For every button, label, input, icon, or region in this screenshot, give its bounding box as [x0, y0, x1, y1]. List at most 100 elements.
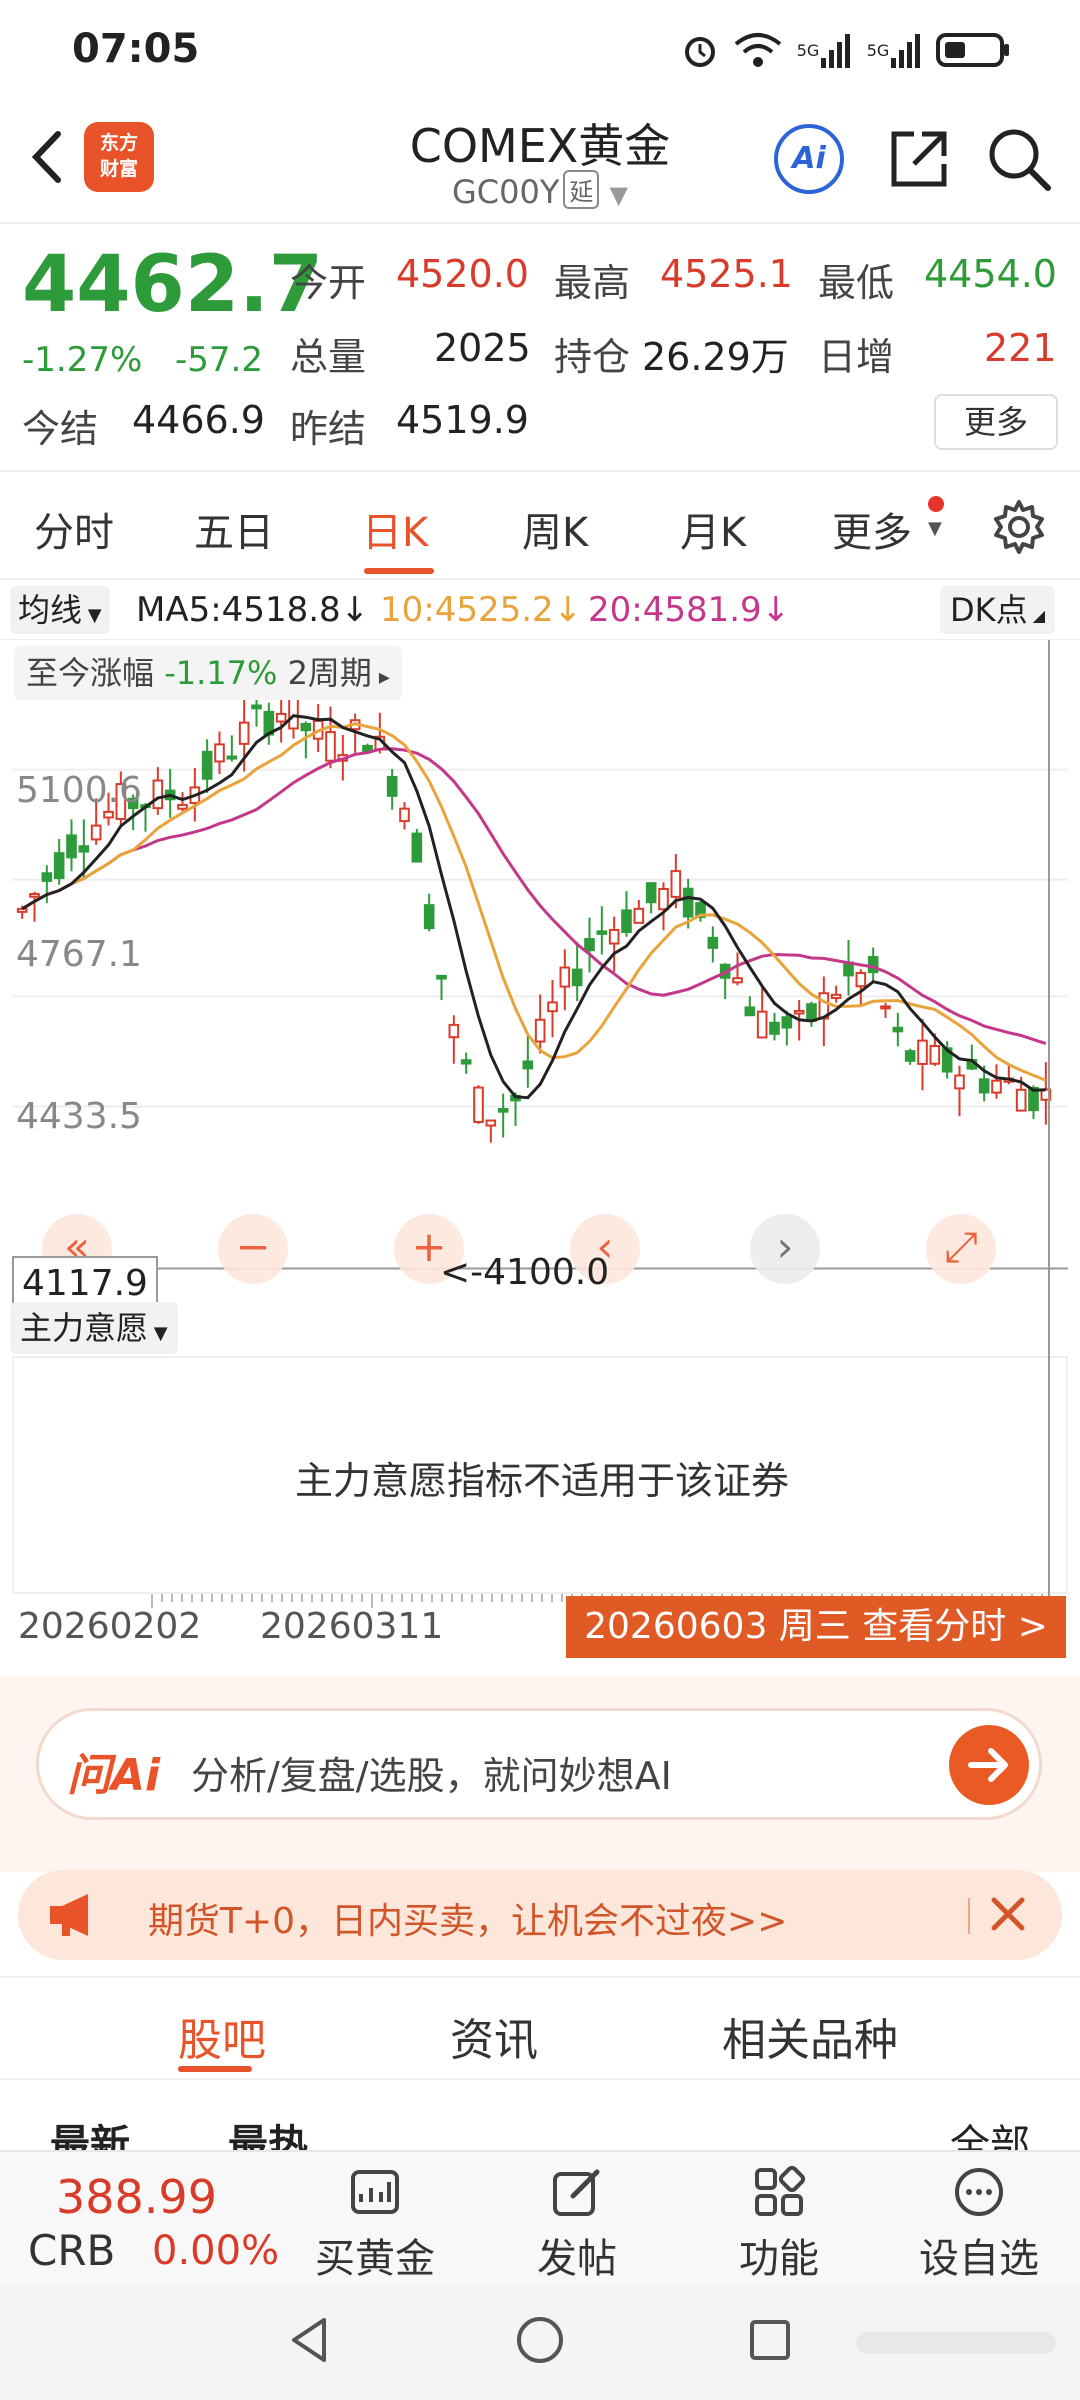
tab-intraday[interactable]: 分时: [34, 500, 114, 558]
tab-news[interactable]: 资讯: [450, 2004, 538, 2068]
candle-body: [1015, 1088, 1027, 1112]
prev-settle-label: 昨结: [290, 407, 367, 451]
app-header: 东方 财富 COMEX黄金 GC00Y 延 ▼ Ai: [0, 100, 1080, 224]
logo-line1: 东方: [99, 132, 138, 154]
low-value: 4454.0: [924, 252, 1057, 296]
status-bar: 07:05 5G 5G: [0, 0, 1080, 100]
more-quote-button[interactable]: 更多: [934, 394, 1058, 450]
chart-canvas: [12, 684, 1068, 1270]
ai-section: 问Ai 分析/复盘/选股，就问妙想AI: [0, 1676, 1080, 1872]
candle-body: [855, 972, 867, 988]
high-value: 4525.1: [660, 252, 793, 296]
content-tabs: 股吧 资讯 相关品种: [0, 1976, 1080, 2080]
caret-icon: ◢: [1027, 606, 1046, 625]
contract-selector[interactable]: GC00Y 延 ▼: [300, 170, 780, 211]
search-button[interactable]: [984, 124, 1054, 194]
share-button[interactable]: [884, 124, 954, 194]
tab-daily-k[interactable]: 日K: [362, 500, 428, 558]
candle-body: [275, 712, 287, 723]
dropdown-arrow-icon: ▼: [82, 605, 102, 626]
crb-index[interactable]: 388.99 CRB 0.00%: [0, 2152, 280, 2286]
view-intraday-button[interactable]: 20260603 周三 查看分时 >: [566, 1596, 1066, 1658]
more-caret-icon: ▼: [928, 518, 942, 539]
tab-five-day[interactable]: 五日: [194, 500, 274, 558]
signal-icon-1: 5G: [794, 30, 854, 70]
tab-related[interactable]: 相关品种: [722, 2004, 898, 2068]
open-label: 今开: [290, 261, 367, 305]
fullscreen-button[interactable]: ⤢: [926, 1214, 996, 1284]
system-navigation-bar: [0, 2284, 1080, 2400]
candle-body: [201, 750, 213, 780]
candle-body: [214, 743, 225, 763]
search-icon: [989, 129, 1051, 191]
candle-body: [473, 1086, 484, 1123]
signal-icon-2: 5G: [864, 30, 924, 70]
period-tabs: 分时 五日 日K 周K 月K 更多 ▼: [0, 470, 1080, 580]
candlestick-chart[interactable]: [12, 640, 1068, 1288]
chart-settings-button[interactable]: [990, 498, 1048, 556]
candle-body: [670, 870, 682, 898]
candle-body: [411, 832, 423, 863]
candle-body: [152, 779, 164, 810]
dk-point-button[interactable]: DK点 ◢: [940, 586, 1056, 634]
indicator-select[interactable]: 主力意愿 ▼: [10, 1302, 178, 1354]
crb-name: CRB: [28, 2226, 116, 2275]
app-logo: 东方 财富: [84, 122, 154, 192]
candle-body: [867, 956, 879, 974]
active-tab-indicator: [364, 568, 434, 574]
candle-body: [423, 904, 435, 930]
settle-label: 今结: [22, 407, 99, 451]
candle-body: [497, 1108, 509, 1113]
tab-more[interactable]: 更多: [832, 500, 912, 558]
functions-button[interactable]: 功能: [704, 2164, 854, 2284]
zoom-out-button[interactable]: −: [218, 1214, 288, 1284]
low-label: 最低: [818, 261, 895, 305]
nav-recents-button[interactable]: [740, 2310, 800, 2370]
tab-forum[interactable]: 股吧: [178, 2004, 266, 2068]
candle-body: [732, 977, 743, 984]
ai-search-bar[interactable]: 问Ai 分析/复盘/选股，就问妙想AI: [36, 1708, 1042, 1820]
promo-banner[interactable]: 期货T+0，日内买卖，让机会不过夜>>: [18, 1870, 1062, 1960]
tab-monthly-k[interactable]: 月K: [680, 500, 746, 558]
candle-body: [707, 936, 719, 949]
post-button[interactable]: 发帖: [502, 2164, 652, 2284]
crb-value: 388.99: [56, 2170, 217, 2224]
back-button[interactable]: [18, 122, 78, 192]
candle-body: [584, 938, 595, 952]
buy-gold-button[interactable]: 买黄金: [300, 2164, 450, 2284]
nav-back-button[interactable]: [280, 2310, 340, 2370]
battery-icon: [934, 30, 1014, 70]
high-label: 最高: [554, 261, 631, 305]
chevron-right-icon: ▸: [371, 665, 390, 690]
period-change-badge[interactable]: 至今涨幅 -1.17% 2周期 ▸: [14, 646, 402, 700]
y-axis-label-mid: 4767.1: [16, 934, 142, 975]
candle-body: [991, 1079, 1002, 1094]
tab-weekly-k[interactable]: 周K: [522, 500, 588, 558]
quote-panel: 4462.7 -1.27% -57.2 今开 4520.0 最高 4525.1 …: [0, 226, 1080, 462]
scroll-right-button[interactable]: ›: [750, 1214, 820, 1284]
ai-placeholder: 分析/复盘/选股，就问妙想AI: [191, 1754, 672, 1798]
ma-select-label: 均线: [18, 591, 83, 629]
square-recents-icon: [750, 2320, 790, 2360]
candle-body: [29, 893, 40, 898]
ma10-line: [21, 722, 1047, 1082]
candle-body: [621, 909, 632, 933]
candle-body: [904, 1050, 916, 1062]
candle-body: [954, 1074, 965, 1090]
ai-submit-button[interactable]: [949, 1725, 1029, 1805]
candle-body: [793, 1009, 805, 1015]
candle-body: [251, 704, 262, 710]
promo-close-button[interactable]: [978, 1882, 1038, 1946]
delay-tag: 延: [563, 170, 600, 209]
candle-body: [880, 1005, 891, 1010]
ai-button[interactable]: Ai: [774, 124, 844, 194]
arrow-right-icon: [968, 1748, 1008, 1782]
page-title: COMEX黄金: [409, 119, 671, 173]
nav-home-button[interactable]: [510, 2310, 570, 2370]
ma-select[interactable]: 均线 ▼: [10, 586, 110, 634]
crosshair-vertical-line: [1048, 640, 1050, 1600]
candle-body: [436, 974, 447, 980]
y-axis-label-bottom: 4433.5: [16, 1096, 142, 1137]
add-watchlist-button[interactable]: 设自选: [904, 2164, 1054, 2284]
candle-body: [399, 807, 410, 823]
